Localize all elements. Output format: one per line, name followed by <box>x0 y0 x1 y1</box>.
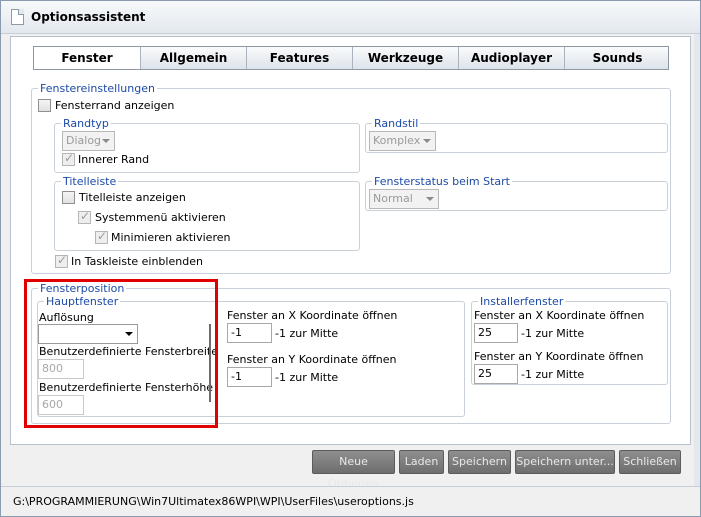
document-icon <box>11 9 24 25</box>
randstil-select-value: Komplex <box>373 134 421 147</box>
schliessen-button[interactable]: Schließen <box>619 450 681 474</box>
main-x-value: -1 <box>231 326 242 339</box>
main-x-input[interactable]: -1 <box>227 323 272 343</box>
speichern-button[interactable]: Speichern <box>448 450 511 474</box>
speichern-unter-button[interactable]: Speichern unter... <box>515 450 615 474</box>
main-y-label: Fenster an Y Koordinate öffnen <box>227 353 397 366</box>
tab-werkzeuge[interactable]: Werkzeuge <box>352 47 458 69</box>
installer-x-input[interactable]: 25 <box>474 323 518 343</box>
main-y-hint: -1 zur Mitte <box>275 371 339 384</box>
checkmark-icon: ✓ <box>97 229 108 243</box>
main-x-hint: -1 zur Mitte <box>275 327 339 340</box>
installer-y-label: Fenster an Y Koordinate öffnen <box>474 350 644 363</box>
installer-x-label: Fenster an X Koordinate öffnen <box>474 309 645 322</box>
tab-bar: Fenster Allgemein Features Werkzeuge Aud… <box>33 46 669 70</box>
chevron-down-icon <box>102 139 110 143</box>
neue-optionen-button[interactable]: Neue Optionen <box>312 450 395 490</box>
tab-fenster[interactable]: Fenster <box>34 47 140 69</box>
chevron-down-icon <box>426 197 434 201</box>
innerer-rand-label: Innerer Rand <box>78 153 150 166</box>
randtyp-select[interactable]: Dialog <box>62 131 115 151</box>
systemmenu-checkbox[interactable]: ✓ <box>78 209 91 224</box>
fenstereinstellungen-legend: Fenstereinstellungen <box>40 82 155 95</box>
tab-sounds[interactable]: Sounds <box>564 47 670 69</box>
taskleiste-label: In Taskleiste einblenden <box>71 255 203 268</box>
file-path: G:\PROGRAMMIERUNG\Win7Ultimatex86WPI\WPI… <box>13 495 414 508</box>
main-y-value: -1 <box>231 370 242 383</box>
checkmark-icon: ✓ <box>57 253 68 267</box>
laden-button[interactable]: Laden <box>399 450 444 474</box>
systemmenu-label: Systemmenü aktivieren <box>95 211 226 224</box>
titelleiste-anzeigen-checkbox[interactable] <box>62 191 75 204</box>
taskleiste-checkbox[interactable]: ✓ <box>55 253 68 268</box>
installer-x-hint: -1 zur Mitte <box>521 327 585 340</box>
window-title: Optionsassistent <box>31 10 146 24</box>
options-window: Optionsassistent Fenster Allgemein Featu… <box>0 0 701 517</box>
randstil-legend: Randstil <box>374 117 419 130</box>
randtyp-legend: Randtyp <box>63 117 109 130</box>
installer-y-hint: -1 zur Mitte <box>521 368 585 381</box>
installer-y-input[interactable]: 25 <box>474 364 518 384</box>
titelleiste-legend: Titelleiste <box>63 175 117 188</box>
innerer-rand-checkbox[interactable]: ✓ <box>62 151 75 166</box>
fensterstatus-select-value: Normal <box>373 192 413 205</box>
titelleiste-anzeigen-label: Titelleiste anzeigen <box>79 191 186 204</box>
minimieren-label: Minimieren aktivieren <box>111 231 231 244</box>
fensterrand-checkbox[interactable] <box>38 99 51 112</box>
fensterrand-label: Fensterrand anzeigen <box>55 99 175 112</box>
title-bar: Optionsassistent <box>1 1 700 34</box>
randstil-select[interactable]: Komplex <box>369 131 436 151</box>
fensterstatus-select[interactable]: Normal <box>369 189 439 209</box>
highlight-box <box>24 279 218 428</box>
checkmark-icon: ✓ <box>64 151 75 165</box>
minimieren-checkbox[interactable]: ✓ <box>95 229 108 244</box>
window-right-edge <box>694 34 700 486</box>
installerfenster-legend: Installerfenster <box>480 295 564 308</box>
fensterstatus-legend: Fensterstatus beim Start <box>374 175 510 188</box>
installer-y-value: 25 <box>478 367 492 380</box>
checkmark-icon: ✓ <box>80 209 91 223</box>
chevron-down-icon <box>423 139 431 143</box>
main-x-label: Fenster an X Koordinate öffnen <box>227 309 398 322</box>
randtyp-select-value: Dialog <box>66 134 102 147</box>
main-y-input[interactable]: -1 <box>227 367 272 387</box>
status-bar: G:\PROGRAMMIERUNG\Win7Ultimatex86WPI\WPI… <box>1 486 700 516</box>
tab-features[interactable]: Features <box>246 47 352 69</box>
installer-x-value: 25 <box>478 326 492 339</box>
tab-audioplayer[interactable]: Audioplayer <box>458 47 564 69</box>
tab-allgemein[interactable]: Allgemein <box>140 47 246 69</box>
